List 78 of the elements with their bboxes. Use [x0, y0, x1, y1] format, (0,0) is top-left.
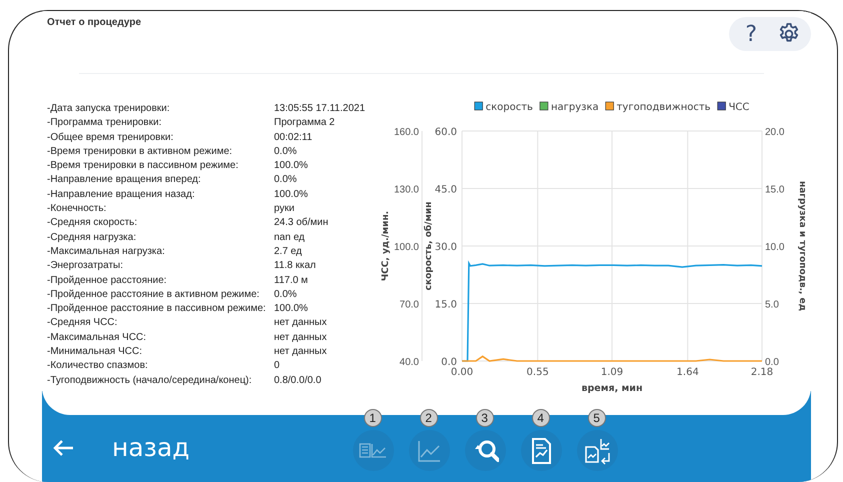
axis-title: ЧСС, уд./мин. — [381, 210, 391, 282]
axis-tick-label: 30.0 — [434, 242, 457, 253]
axis-tick-label: 45.0 — [434, 184, 457, 196]
axis-tick-label: 0.00 — [450, 367, 474, 378]
axis-tick-label: 2.18 — [750, 367, 774, 378]
summary-value: 0.8/0.0/0.0 — [274, 374, 322, 388]
axis-tick-label: 1.09 — [600, 367, 624, 378]
axis-title: скорость, об/мин — [424, 202, 434, 290]
summary-value: 00:02:11 — [274, 130, 314, 145]
summary-label: -Максимальная нагрузка: — [47, 244, 166, 259]
axis-tick-label: 10.0 — [765, 242, 784, 253]
summary-label: -Средняя ЧСС: — [47, 316, 118, 330]
legend-label[interactable]: тугоподвижность — [616, 102, 711, 113]
summary-label: -Средняя скорость: — [47, 216, 138, 230]
summary-value: нет данных — [274, 330, 328, 345]
axis-tick-label: 60.0 — [434, 127, 457, 138]
summary-value: нет данных — [274, 345, 328, 360]
axis-tick-label: 100.0 — [394, 242, 419, 253]
summary-label: -Время тренировки в пассивном режиме: — [47, 159, 240, 174]
axis-tick-label: 0.55 — [526, 367, 549, 378]
summary-label: -Общее время тренировки: — [47, 130, 174, 145]
axis-tick-label: 5.0 — [765, 300, 779, 310]
summary-value: 11.8 ккал — [274, 259, 317, 274]
summary-label: -Пройденное расстояние в активном режиме: — [47, 288, 260, 302]
summary-value: руки — [274, 202, 296, 216]
axis-tick-label: 1.64 — [676, 367, 699, 378]
summary-value: 0.0% — [274, 173, 298, 188]
help-button[interactable]: ? — [745, 22, 757, 46]
axis-tick-label: 40.0 — [400, 357, 419, 368]
number-badge: 1 — [364, 409, 382, 427]
summary-value: 100.0% — [274, 302, 309, 316]
axis-tick-label: 160.0 — [394, 127, 419, 138]
summary-label: -Энергозатраты: — [47, 259, 124, 274]
summary-value: 0.0% — [274, 144, 298, 159]
summary-label: -Средняя нагрузка: — [47, 230, 138, 245]
summary-value: 13:05:55 17.11.2021 — [274, 102, 366, 116]
summary-value: 24.3 об/мин — [274, 216, 330, 230]
summary-value: 117.0 м — [274, 274, 309, 288]
number-badge: 4 — [532, 409, 550, 427]
axis-tick-label: 15.0 — [765, 184, 784, 196]
summary-label: -Количество спазмов: — [47, 359, 149, 374]
summary-label: -Время тренировки в активном режиме: — [47, 144, 234, 159]
summary-label: -Программа тренировки: — [47, 116, 162, 130]
number-badge: 5 — [588, 409, 606, 427]
summary-label: -Тугоподвижность (начало/середина/конец): — [47, 374, 253, 388]
summary-label: -Конечность: — [47, 202, 108, 216]
legend-label[interactable]: нагрузка — [550, 102, 599, 113]
summary-value: 100.0% — [274, 188, 309, 202]
axis-tick-label: 70.0 — [400, 300, 419, 310]
legend-label[interactable]: скорость — [486, 102, 533, 113]
number-badge: 2 — [420, 409, 438, 427]
summary-label: -Пройденное расстояние в пассивном режиме: — [47, 302, 267, 316]
summary-value: 0 — [274, 359, 281, 374]
number-badge: 3 — [476, 409, 494, 427]
summary-label: -Дата запуска тренировки: — [47, 102, 171, 116]
back-arrow-icon[interactable] — [52, 438, 74, 458]
back-link[interactable]: назад — [112, 433, 190, 462]
axis-title: нагрузка и тугоподв., ед — [797, 181, 807, 311]
summary-value: Программа 2 — [274, 116, 336, 130]
axis-title: время, мин — [581, 383, 643, 394]
summary-label: -Направление вращения вперед: — [47, 173, 202, 188]
summary-value: 0.0% — [274, 288, 298, 302]
summary-value: 2.7 ед — [274, 244, 303, 259]
legend-label[interactable]: ЧСС — [728, 102, 750, 113]
axis-tick-label: 20.0 — [765, 127, 784, 138]
summary-label: -Направление вращения назад: — [47, 188, 196, 202]
summary-label: -Пройденное расстояние: — [47, 274, 168, 288]
axis-tick-label: 15.0 — [434, 300, 457, 310]
axis-tick-label: 130.0 — [394, 184, 419, 196]
document-swap-icon — [583, 436, 612, 464]
axis-tick-label: 0.0 — [765, 357, 779, 368]
axis-tick-label: 0.0 — [441, 357, 457, 368]
summary-value: 100.0% — [274, 159, 309, 174]
summary-value: нет данных — [274, 316, 328, 330]
report-title: Отчет о процедуре — [47, 17, 142, 28]
summary-label: -Минимальная ЧСС: — [47, 345, 143, 360]
summary-label: -Максимальная ЧСС: — [47, 330, 148, 345]
summary-value: nan ед — [274, 230, 306, 245]
